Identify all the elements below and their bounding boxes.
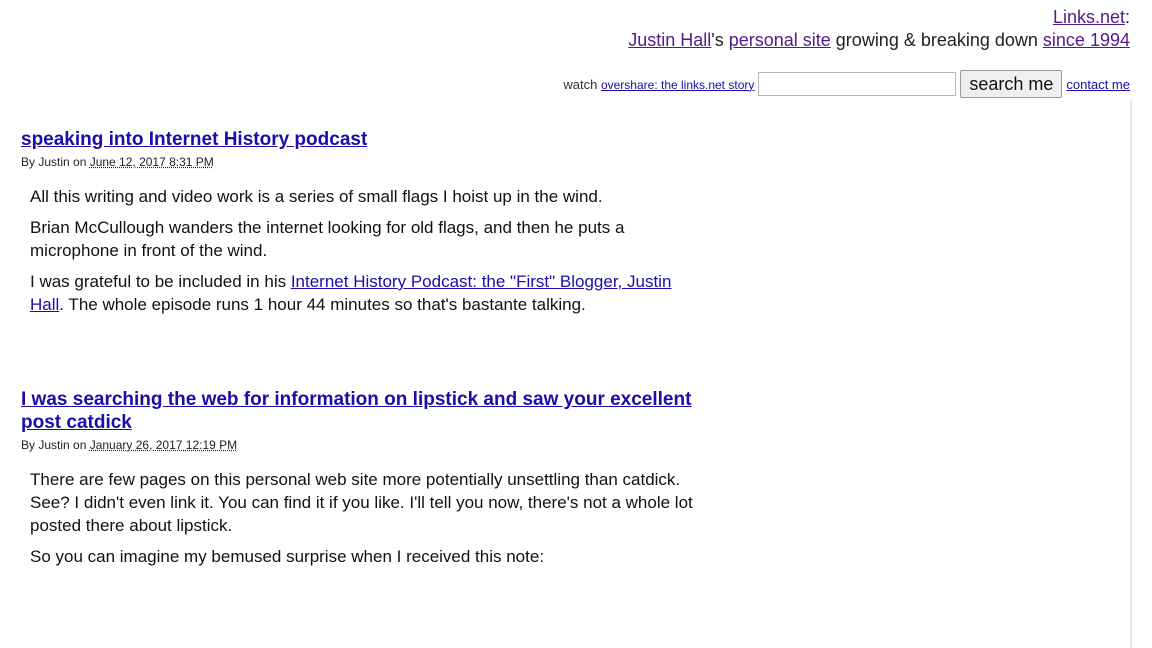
post-title: speaking into Internet History podcast <box>21 128 701 151</box>
page-edge-divider <box>1130 100 1132 648</box>
watch-label: watch overshare: the links.net story <box>563 77 754 92</box>
post-paragraph: So you can imagine my bemused surprise w… <box>30 547 545 566</box>
posts-list: speaking into Internet History podcast B… <box>21 128 701 640</box>
post-byline: By Justin on June 12, 2017 8:31 PM <box>21 155 701 169</box>
search-bar: watch overshare: the links.net story sea… <box>563 70 1130 98</box>
site-name-colon: : <box>1124 7 1130 27</box>
post-title-link[interactable]: I was searching the web for information … <box>21 389 691 433</box>
site-name-line: Links.net: <box>628 6 1130 29</box>
post-body: There are few pages on this personal web… <box>21 468 701 568</box>
tagline-middle-text: growing & breaking down <box>830 30 1043 50</box>
post-date-link[interactable]: June 12, 2017 8:31 PM <box>90 155 214 169</box>
search-input[interactable] <box>758 72 957 96</box>
paragraph-text: I was grateful to be included in his <box>30 272 291 291</box>
byline-author: By Justin on <box>21 155 90 169</box>
byline-author: By Justin on <box>21 438 90 452</box>
author-link[interactable]: Justin Hall <box>628 30 711 50</box>
site-tagline: Justin Hall's personal site growing & br… <box>628 29 1130 52</box>
post-paragraph: There are few pages on this personal web… <box>30 470 693 535</box>
post-body: All this writing and video work is a ser… <box>21 185 701 316</box>
post-title: I was searching the web for information … <box>21 388 701 434</box>
post-item: speaking into Internet History podcast B… <box>21 128 701 316</box>
site-header: Links.net: Justin Hall's personal site g… <box>628 6 1130 52</box>
post-title-link[interactable]: speaking into Internet History podcast <box>21 129 367 150</box>
search-button[interactable]: search me <box>960 70 1063 98</box>
site-name-link[interactable]: Links.net <box>1053 7 1125 27</box>
possessive-text: 's <box>711 30 729 50</box>
post-paragraph: All this writing and video work is a ser… <box>30 187 603 206</box>
since-1994-link[interactable]: since 1994 <box>1043 30 1130 50</box>
post-byline: By Justin on January 26, 2017 12:19 PM <box>21 438 701 452</box>
post-item: I was searching the web for information … <box>21 388 701 568</box>
personal-site-link[interactable]: personal site <box>729 30 831 50</box>
contact-link[interactable]: contact me <box>1066 77 1130 92</box>
paragraph-text: . The whole episode runs 1 hour 44 minut… <box>59 295 586 314</box>
post-paragraph: Brian McCullough wanders the internet lo… <box>30 218 625 260</box>
post-date-link[interactable]: January 26, 2017 12:19 PM <box>90 438 237 452</box>
overshare-link[interactable]: overshare: the links.net story <box>601 78 754 92</box>
post-paragraph: I was grateful to be included in his Int… <box>30 270 701 316</box>
watch-text: watch <box>563 76 601 92</box>
